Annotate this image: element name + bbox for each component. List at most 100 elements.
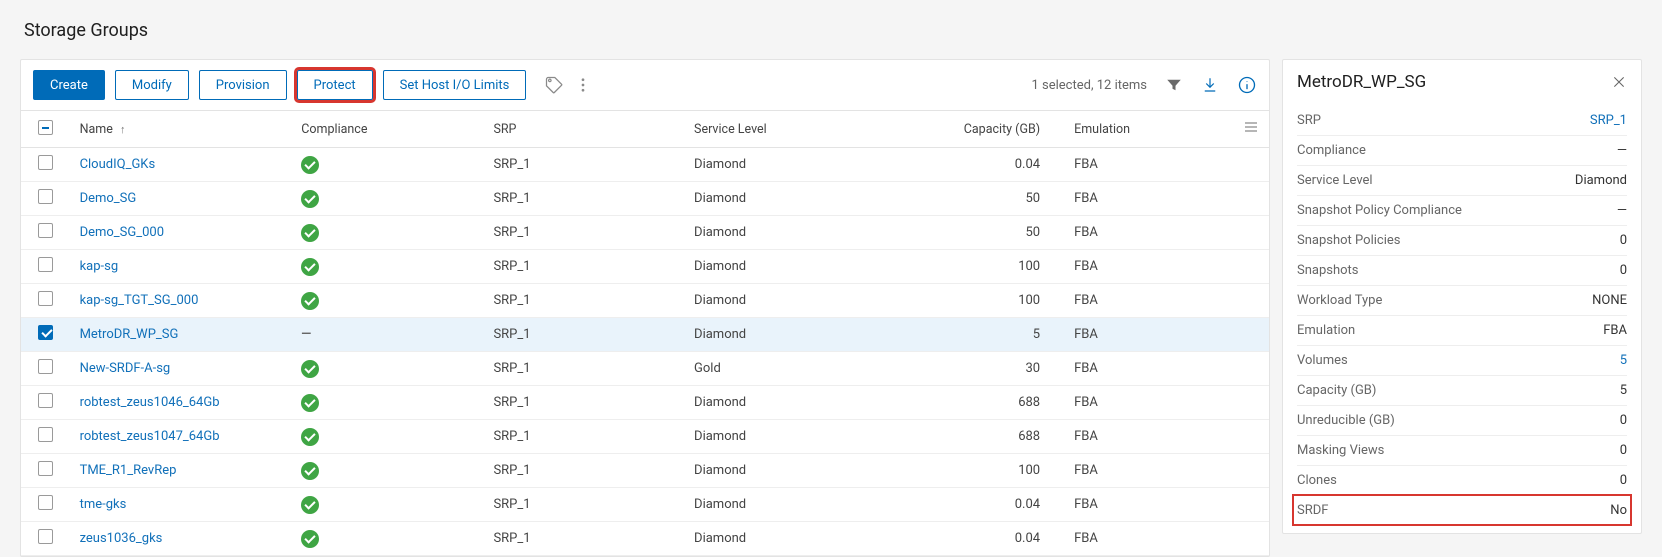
storage-groups-table: Name ↑ Compliance SRP Service Level Capa… — [21, 111, 1269, 556]
property-value: — — [1617, 203, 1627, 218]
host-io-limits-button[interactable]: Set Host I/O Limits — [383, 70, 527, 100]
cell-capacity: 688 — [927, 420, 1064, 454]
cell-emulation: FBA — [1064, 284, 1233, 318]
row-checkbox[interactable] — [38, 155, 53, 170]
table-header-row: Name ↑ Compliance SRP Service Level Capa… — [21, 111, 1269, 148]
col-header-name-label: Name — [80, 122, 113, 137]
toolbar-buttons: Create Modify Provision Protect Set Host… — [33, 70, 592, 100]
property-row: SRDFNo — [1293, 495, 1631, 525]
download-icon[interactable] — [1201, 76, 1219, 94]
col-header-service-level[interactable]: Service Level — [684, 111, 927, 148]
select-all-checkbox[interactable] — [38, 120, 53, 135]
row-checkbox[interactable] — [38, 257, 53, 272]
cell-service-level: Diamond — [684, 148, 927, 182]
property-value-link[interactable]: 5 — [1620, 353, 1627, 368]
table-row[interactable]: MetroDR_WP_SG—SRP_1Diamond5FBA — [21, 318, 1269, 352]
property-key: Snapshot Policies — [1297, 233, 1400, 248]
property-key: Service Level — [1297, 173, 1373, 188]
storage-group-link[interactable]: kap-sg_TGT_SG_000 — [80, 293, 199, 308]
storage-group-link[interactable]: Demo_SG — [80, 191, 137, 206]
cell-service-level: Diamond — [684, 488, 927, 522]
selection-status: 1 selected, 12 items — [1031, 78, 1147, 93]
close-icon[interactable] — [1611, 74, 1627, 90]
cell-service-level: Diamond — [684, 386, 927, 420]
protect-button[interactable]: Protect — [297, 70, 373, 100]
property-key: Snapshot Policy Compliance — [1297, 203, 1462, 218]
cell-service-level: Diamond — [684, 216, 927, 250]
provision-button[interactable]: Provision — [199, 70, 287, 100]
cell-emulation: FBA — [1064, 352, 1233, 386]
table-row[interactable]: robtest_zeus1046_64GbSRP_1Diamond688FBA — [21, 386, 1269, 420]
modify-button[interactable]: Modify — [115, 70, 189, 100]
row-checkbox[interactable] — [38, 325, 53, 340]
storage-group-link[interactable]: tme-gks — [80, 497, 127, 512]
property-row: Compliance— — [1297, 135, 1627, 165]
row-checkbox[interactable] — [38, 461, 53, 476]
col-header-emulation[interactable]: Emulation — [1064, 111, 1233, 148]
table-row[interactable]: New-SRDF-A-sgSRP_1Gold30FBA — [21, 352, 1269, 386]
property-key: Emulation — [1297, 323, 1355, 338]
more-actions-icon[interactable] — [574, 76, 592, 94]
create-button[interactable]: Create — [33, 70, 105, 100]
col-header-srp[interactable]: SRP — [483, 111, 684, 148]
row-checkbox[interactable] — [38, 189, 53, 204]
property-value: 0 — [1620, 473, 1627, 488]
row-checkbox[interactable] — [38, 393, 53, 408]
column-settings-icon[interactable] — [1243, 119, 1259, 135]
storage-group-link[interactable]: robtest_zeus1046_64Gb — [80, 395, 220, 410]
cell-srp: SRP_1 — [483, 284, 684, 318]
property-value-link[interactable]: SRP_1 — [1590, 113, 1627, 128]
property-value: 5 — [1620, 383, 1627, 398]
cell-capacity: 5 — [927, 318, 1064, 352]
cell-service-level: Diamond — [684, 454, 927, 488]
property-key: Snapshots — [1297, 263, 1359, 278]
storage-group-link[interactable]: robtest_zeus1047_64Gb — [80, 429, 220, 444]
info-icon[interactable] — [1237, 75, 1257, 95]
col-header-name[interactable]: Name ↑ — [70, 111, 292, 148]
property-key: Capacity (GB) — [1297, 383, 1376, 398]
compliance-none: — — [301, 327, 311, 342]
toolbar: Create Modify Provision Protect Set Host… — [21, 60, 1269, 111]
col-header-compliance[interactable]: Compliance — [291, 111, 483, 148]
table-row[interactable]: kap-sgSRP_1Diamond100FBA — [21, 250, 1269, 284]
storage-group-link[interactable]: MetroDR_WP_SG — [80, 327, 179, 342]
table-row[interactable]: tme-gksSRP_1Diamond0.04FBA — [21, 488, 1269, 522]
compliance-ok-icon — [301, 462, 319, 480]
property-value: Diamond — [1575, 173, 1627, 188]
cell-emulation: FBA — [1064, 182, 1233, 216]
table-row[interactable]: kap-sg_TGT_SG_000SRP_1Diamond100FBA — [21, 284, 1269, 318]
cell-capacity: 100 — [927, 454, 1064, 488]
storage-group-link[interactable]: Demo_SG_000 — [80, 225, 164, 240]
storage-group-link[interactable]: TME_R1_RevRep — [80, 463, 177, 478]
compliance-ok-icon — [301, 496, 319, 514]
tag-icon[interactable] — [544, 75, 564, 95]
col-header-capacity[interactable]: Capacity (GB) — [927, 111, 1064, 148]
cell-service-level: Diamond — [684, 420, 927, 454]
storage-group-link[interactable]: New-SRDF-A-sg — [80, 361, 171, 376]
row-checkbox[interactable] — [38, 359, 53, 374]
cell-capacity: 0.04 — [927, 148, 1064, 182]
row-checkbox[interactable] — [38, 427, 53, 442]
details-property-list: SRPSRP_1Compliance—Service LevelDiamondS… — [1283, 106, 1641, 525]
property-key: Clones — [1297, 473, 1337, 488]
table-row[interactable]: TME_R1_RevRepSRP_1Diamond100FBA — [21, 454, 1269, 488]
storage-group-link[interactable]: CloudIQ_GKs — [80, 157, 156, 172]
table-row[interactable]: Demo_SGSRP_1Diamond50FBA — [21, 182, 1269, 216]
row-checkbox[interactable] — [38, 529, 53, 544]
compliance-ok-icon — [301, 224, 319, 242]
table-row[interactable]: Demo_SG_000SRP_1Diamond50FBA — [21, 216, 1269, 250]
row-checkbox[interactable] — [38, 291, 53, 306]
property-row: Snapshots0 — [1297, 255, 1627, 285]
table-row[interactable]: zeus1036_gksSRP_1Diamond0.04FBA — [21, 522, 1269, 556]
filter-icon[interactable] — [1165, 76, 1183, 94]
property-key: Volumes — [1297, 353, 1348, 368]
cell-service-level: Diamond — [684, 318, 927, 352]
table-row[interactable]: robtest_zeus1047_64GbSRP_1Diamond688FBA — [21, 420, 1269, 454]
cell-capacity: 100 — [927, 250, 1064, 284]
table-row[interactable]: CloudIQ_GKsSRP_1Diamond0.04FBA — [21, 148, 1269, 182]
row-checkbox[interactable] — [38, 495, 53, 510]
storage-group-link[interactable]: kap-sg — [80, 259, 119, 274]
cell-emulation: FBA — [1064, 488, 1233, 522]
cell-emulation: FBA — [1064, 148, 1233, 182]
row-checkbox[interactable] — [38, 223, 53, 238]
